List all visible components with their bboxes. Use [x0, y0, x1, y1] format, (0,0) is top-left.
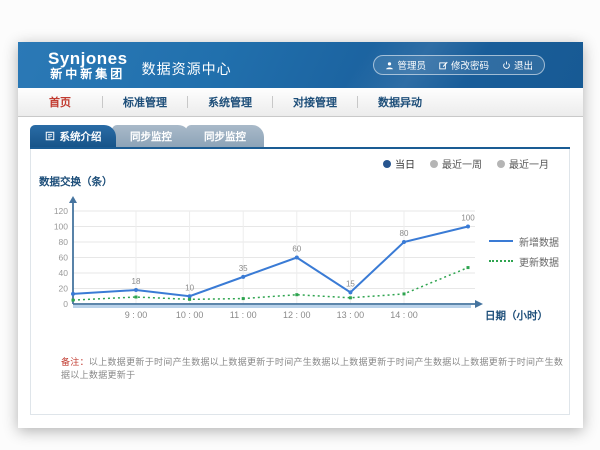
- filter-label: 最近一周: [442, 156, 482, 171]
- note-label: 备注：: [61, 357, 89, 367]
- legend-item-new-data: 新增数据: [489, 231, 559, 251]
- svg-text:0: 0: [63, 299, 68, 309]
- nav-item-system-mgmt[interactable]: 系统管理: [188, 94, 272, 110]
- logout-label: 退出: [514, 58, 533, 72]
- content-area: 系统介绍 同步监控 同步监控 当日 最近一周: [18, 117, 583, 428]
- svg-text:80: 80: [59, 237, 69, 247]
- change-password-label: 修改密码: [451, 58, 489, 72]
- legend-label: 新增数据: [519, 234, 559, 249]
- user-toolbar: 管理员 修改密码 退出: [373, 55, 545, 75]
- nav-item-data-change[interactable]: 数据异动: [358, 94, 442, 110]
- svg-text:13 : 00: 13 : 00: [337, 310, 365, 320]
- tab-label: 同步监控: [130, 129, 172, 144]
- app-window: Synjones 新中新集团 数据资源中心 管理员 修改密码 退出 首页 标准管…: [18, 42, 583, 428]
- logo-wordmark: Synjones: [48, 50, 128, 68]
- svg-text:60: 60: [292, 245, 301, 254]
- svg-text:40: 40: [59, 268, 69, 278]
- main-nav: 首页 标准管理 系统管理 对接管理 数据异动: [18, 88, 583, 117]
- footer-note: 备注：以上数据更新于时间产生数据以上数据更新于时间产生数据以上数据更新于时间产生…: [61, 355, 569, 381]
- radio-dot-icon: [383, 160, 391, 168]
- svg-text:60: 60: [59, 253, 69, 263]
- svg-text:数据交换（条）: 数据交换（条）: [39, 175, 113, 188]
- svg-text:100: 100: [54, 222, 68, 232]
- svg-text:10 : 00: 10 : 00: [176, 310, 204, 320]
- svg-text:20: 20: [59, 284, 69, 294]
- tab-system-intro[interactable]: 系统介绍: [30, 125, 116, 147]
- svg-text:35: 35: [239, 264, 248, 273]
- tab-label: 同步监控: [204, 129, 246, 144]
- radio-dot-icon: [430, 160, 438, 168]
- svg-text:14 : 00: 14 : 00: [390, 310, 418, 320]
- user-name: 管理员: [397, 58, 426, 72]
- nav-item-home[interactable]: 首页: [18, 94, 102, 110]
- range-filter: 当日 最近一周 最近一月: [383, 156, 549, 171]
- filter-last-month[interactable]: 最近一月: [497, 156, 549, 171]
- radio-dot-icon: [497, 160, 505, 168]
- blue-line-swatch: [489, 240, 513, 242]
- svg-text:日期（小时）: 日期（小时）: [485, 309, 548, 322]
- tab-sync-monitor-1[interactable]: 同步监控: [112, 125, 190, 147]
- app-header: Synjones 新中新集团 数据资源中心 管理员 修改密码 退出: [18, 42, 583, 88]
- nav-item-standard-mgmt[interactable]: 标准管理: [103, 94, 187, 110]
- tab-sync-monitor-2[interactable]: 同步监控: [186, 125, 264, 147]
- filter-label: 最近一月: [509, 156, 549, 171]
- svg-text:18: 18: [132, 277, 141, 286]
- chart-legend: 新增数据 更新数据: [489, 231, 559, 271]
- tab-label: 系统介绍: [60, 129, 102, 144]
- note-text: 以上数据更新于时间产生数据以上数据更新于时间产生数据以上数据更新于时间产生数据以…: [61, 357, 563, 380]
- logo: Synjones 新中新集团: [48, 50, 128, 80]
- logo-subtitle: 新中新集团: [48, 68, 128, 81]
- svg-text:100: 100: [461, 214, 475, 223]
- filter-label: 当日: [395, 156, 415, 171]
- user-icon: [385, 61, 394, 70]
- power-icon: [502, 61, 511, 70]
- filter-last-week[interactable]: 最近一周: [430, 156, 482, 171]
- svg-text:10: 10: [185, 283, 194, 292]
- edit-icon: [439, 61, 448, 70]
- line-chart: 数据交换（条） 0 20 40 60 80 100 120 9 : 00 10 : 00 11 : …: [39, 173, 563, 325]
- change-password-button[interactable]: 修改密码: [439, 58, 489, 72]
- svg-text:15: 15: [346, 279, 355, 288]
- legend-label: 更新数据: [519, 254, 559, 269]
- svg-text:80: 80: [400, 229, 409, 238]
- svg-text:11 : 00: 11 : 00: [230, 310, 257, 320]
- svg-text:9 : 00: 9 : 00: [125, 310, 148, 320]
- svg-text:120: 120: [54, 206, 68, 216]
- user-menu[interactable]: 管理员: [385, 58, 426, 72]
- logout-button[interactable]: 退出: [502, 58, 533, 72]
- green-dotted-swatch: [489, 260, 513, 262]
- nav-item-interface-mgmt[interactable]: 对接管理: [273, 94, 357, 110]
- page-title: 数据资源中心: [142, 59, 232, 79]
- chart-panel: 当日 最近一周 最近一月 数据交换（条） 0 20 40 60 80 100 120 9 : 0…: [30, 149, 570, 415]
- tab-bar: 系统介绍 同步监控 同步监控: [30, 125, 570, 147]
- document-icon: [45, 131, 55, 141]
- svg-text:12 : 00: 12 : 00: [283, 310, 311, 320]
- filter-today[interactable]: 当日: [383, 156, 415, 171]
- legend-item-updated-data: 更新数据: [489, 251, 559, 271]
